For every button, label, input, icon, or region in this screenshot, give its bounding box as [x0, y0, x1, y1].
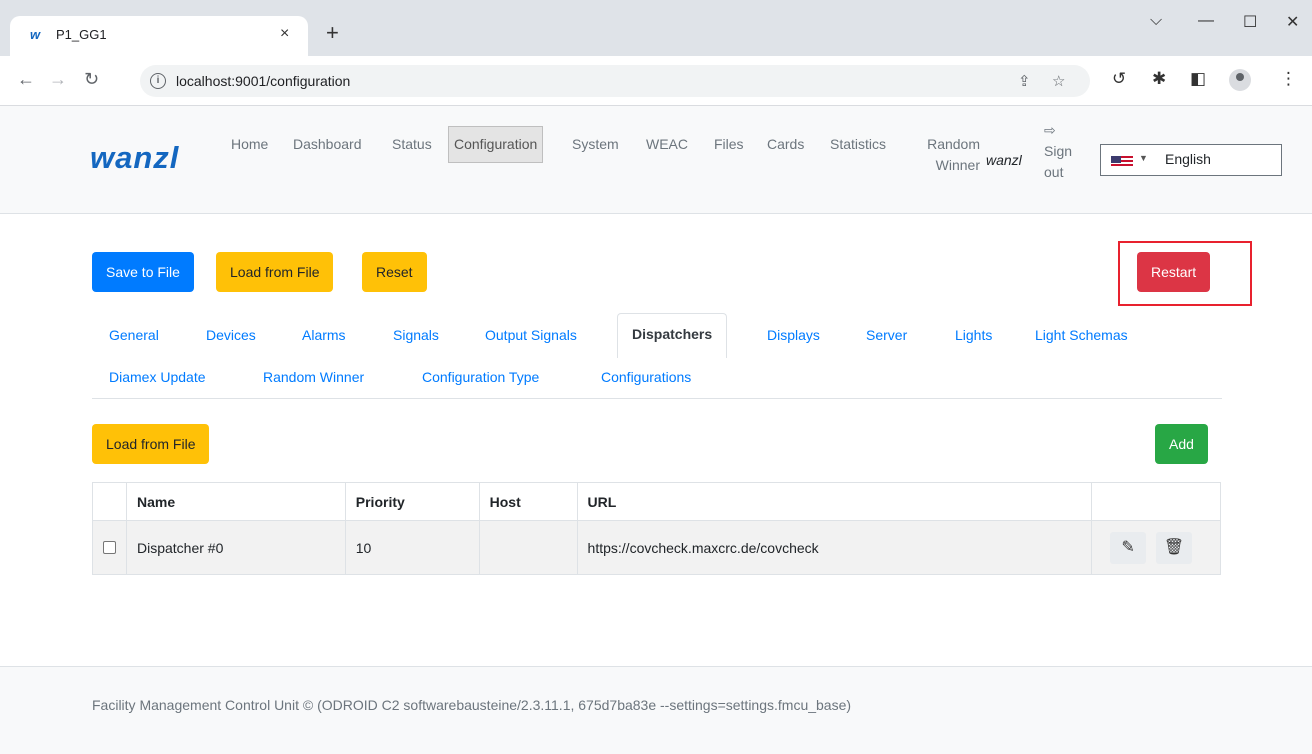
kebab-menu-icon[interactable]: ⋮	[1280, 70, 1297, 88]
top-navbar: wanzl Home Dashboard Status Configuratio…	[0, 106, 1312, 214]
minimize-icon[interactable]: —	[1198, 12, 1214, 30]
tab-title: P1_GG1	[56, 27, 107, 42]
nav-configuration[interactable]: Configuration	[448, 126, 544, 163]
table-row: Dispatcher #0 10 https://covcheck.maxcrc…	[92, 520, 1221, 575]
bookmark-star-icon[interactable]: ☆	[1052, 72, 1065, 90]
nav-weac[interactable]: WEAC	[646, 134, 688, 155]
dispatchers-load-from-file-button[interactable]: Load from File	[92, 424, 210, 464]
address-bar: ← → ↻ i localhost:9001/configuration ⇪ ☆…	[0, 56, 1312, 106]
load-from-file-button[interactable]: Load from File	[216, 252, 334, 292]
row-actions-cell: ✎ 🗑	[1091, 520, 1221, 575]
dispatcher-name-cell: Dispatcher #0	[126, 520, 346, 575]
extensions-puzzle-icon[interactable]: ✱	[1152, 70, 1166, 88]
sign-out-icon: ⇨	[1044, 122, 1056, 138]
nav-dashboard[interactable]: Dashboard	[293, 134, 362, 155]
name-column-header[interactable]: Name	[126, 482, 346, 521]
priority-column-header[interactable]: Priority	[344, 482, 480, 521]
tab-lights[interactable]: Lights	[955, 325, 992, 345]
tab-devices[interactable]: Devices	[206, 325, 256, 345]
dispatcher-host-cell	[478, 520, 578, 575]
nav-system[interactable]: System	[572, 134, 619, 155]
nav-random-winner-line1: Random	[927, 136, 980, 152]
url-input[interactable]: i localhost:9001/configuration ⇪ ☆	[140, 65, 1090, 97]
row-select-cell	[92, 520, 127, 575]
add-dispatcher-button[interactable]: Add	[1155, 424, 1208, 464]
us-flag-icon	[1111, 156, 1133, 168]
url-column-header[interactable]: URL	[576, 482, 1093, 521]
tab-light-schemas[interactable]: Light Schemas	[1035, 325, 1128, 345]
share-icon[interactable]: ⇪	[1018, 72, 1031, 90]
tab-configuration-type[interactable]: Configuration Type	[422, 367, 539, 387]
tab-diamex-update[interactable]: Diamex Update	[109, 367, 206, 387]
forward-arrow-icon[interactable]: →	[49, 70, 67, 88]
dispatcher-url-cell: https://covcheck.maxcrc.de/covcheck	[576, 520, 1093, 575]
tab-dispatchers[interactable]: Dispatchers	[617, 313, 728, 358]
nav-status[interactable]: Status	[392, 134, 432, 155]
nav-cards[interactable]: Cards	[767, 134, 804, 155]
reload-icon[interactable]: ↻	[84, 70, 99, 88]
profile-avatar-icon[interactable]	[1229, 69, 1251, 91]
sign-out-line2: out	[1044, 164, 1064, 180]
tab-output-signals[interactable]: Output Signals	[485, 325, 577, 345]
site-info-icon[interactable]: i	[150, 73, 166, 89]
table-header-row: Name Priority Host URL	[92, 482, 1221, 521]
nav-random-winner[interactable]: Random Winner	[914, 134, 980, 176]
close-tab-icon[interactable]: ×	[280, 25, 289, 43]
tab-alarms[interactable]: Alarms	[302, 325, 346, 345]
save-to-file-button[interactable]: Save to File	[92, 252, 194, 292]
page-content: wanzl Home Dashboard Status Configuratio…	[0, 106, 1312, 754]
reset-button[interactable]: Reset	[362, 252, 427, 292]
nav-statistics[interactable]: Statistics	[830, 134, 886, 155]
tab-search-chevron-icon[interactable]: ⌵	[1150, 12, 1162, 30]
edit-icon[interactable]: ✎	[1110, 531, 1147, 564]
maximize-icon[interactable]: ☐	[1243, 12, 1257, 32]
restart-button[interactable]: Restart	[1137, 252, 1211, 292]
actions-column-header	[1091, 482, 1221, 521]
close-window-icon[interactable]: ✕	[1286, 12, 1299, 32]
dispatchers-table: Name Priority Host URL Dispatcher #0 10 …	[92, 482, 1221, 575]
nav-random-winner-line2: Winner	[935, 157, 980, 173]
tabs-divider	[92, 398, 1222, 399]
tab-configurations[interactable]: Configurations	[601, 367, 691, 387]
language-select[interactable]: ▼ English	[1100, 144, 1282, 176]
sign-out-line1: Sign	[1044, 143, 1073, 159]
side-panel-icon[interactable]: ◧	[1190, 70, 1206, 88]
extension-sync-icon[interactable]: ↺	[1112, 70, 1126, 88]
page-footer: Facility Management Control Unit © (ODRO…	[0, 666, 1312, 754]
tab-signals[interactable]: Signals	[393, 325, 439, 345]
footer-text: Facility Management Control Unit © (ODRO…	[92, 697, 852, 713]
caret-down-icon: ▼	[1139, 153, 1148, 163]
tab-general[interactable]: General	[109, 325, 159, 345]
tab-server[interactable]: Server	[866, 325, 907, 345]
select-column-header	[92, 482, 127, 521]
trash-icon[interactable]: 🗑	[1155, 531, 1192, 564]
host-column-header[interactable]: Host	[478, 482, 578, 521]
wanzl-logo[interactable]: wanzl	[90, 140, 179, 176]
dispatcher-priority-cell: 10	[344, 520, 480, 575]
current-user: wanzl	[986, 152, 1022, 168]
language-label: English	[1165, 151, 1211, 167]
back-arrow-icon[interactable]: ←	[17, 70, 35, 88]
nav-home[interactable]: Home	[231, 134, 268, 155]
url-text: localhost:9001/configuration	[176, 73, 351, 89]
nav-files[interactable]: Files	[714, 134, 744, 155]
row-checkbox[interactable]	[103, 541, 116, 554]
tab-displays[interactable]: Displays	[767, 325, 820, 345]
wanzl-favicon-icon: w	[30, 27, 41, 42]
browser-tab-strip: w P1_GG1 × + ⌵ — ☐ ✕	[0, 0, 1312, 56]
new-tab-icon[interactable]: +	[326, 22, 339, 44]
sign-out-link[interactable]: ⇨ Sign out	[1044, 120, 1072, 183]
tab-random-winner[interactable]: Random Winner	[263, 367, 364, 387]
browser-tab[interactable]: w P1_GG1 ×	[10, 16, 308, 56]
